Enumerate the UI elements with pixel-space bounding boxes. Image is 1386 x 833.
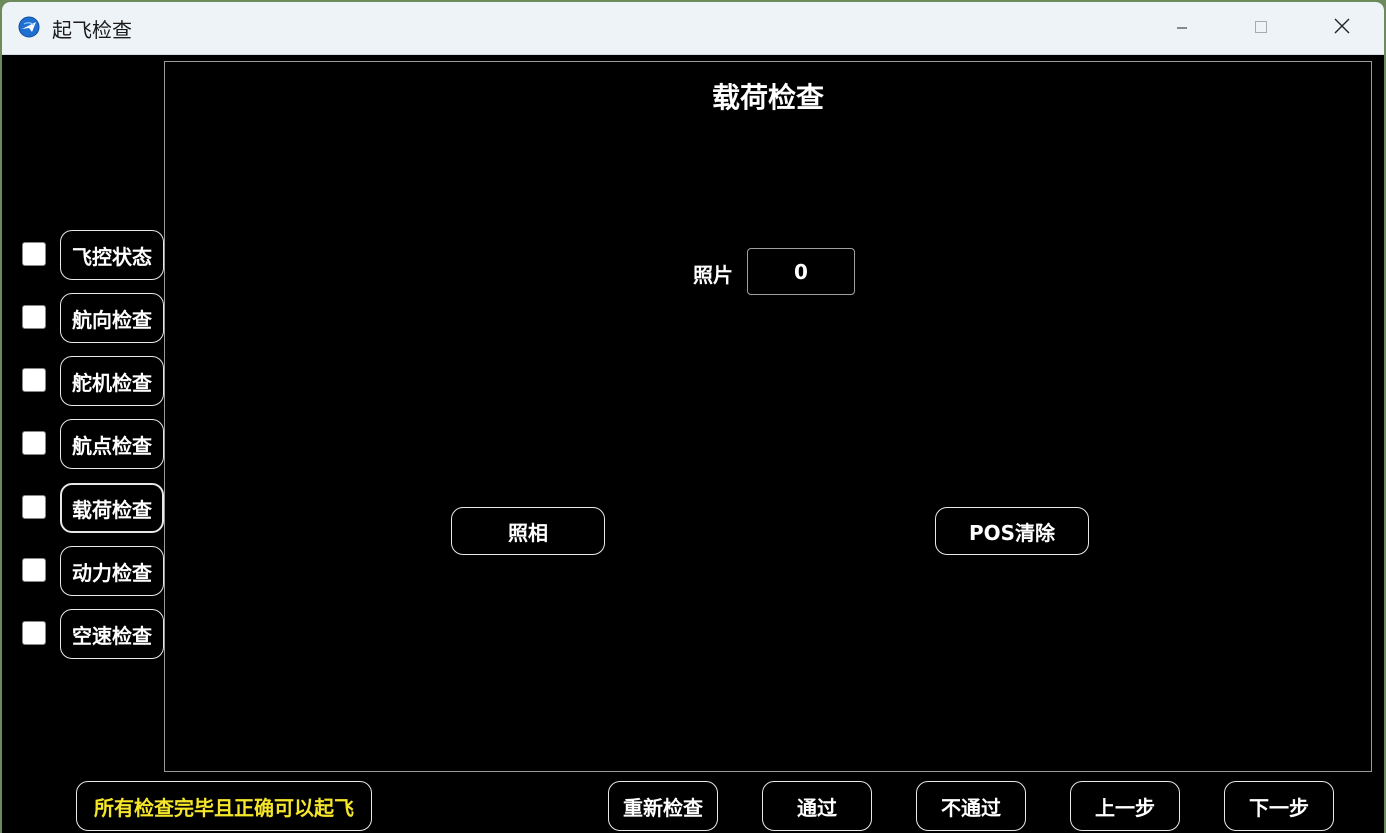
previous-step-button[interactable]: 上一步 bbox=[1070, 781, 1180, 831]
step-checkbox[interactable] bbox=[22, 368, 46, 392]
close-button[interactable] bbox=[1302, 2, 1382, 54]
step-button-servo[interactable]: 舵机检查 bbox=[60, 356, 164, 406]
step-checkbox[interactable] bbox=[22, 621, 46, 645]
minimize-icon bbox=[1176, 19, 1188, 38]
maximize-button[interactable] bbox=[1221, 2, 1301, 54]
pos-clear-button[interactable]: POS清除 bbox=[935, 507, 1089, 555]
step-checkbox[interactable] bbox=[22, 431, 46, 455]
globe-plane-icon bbox=[18, 16, 40, 38]
step-button-power[interactable]: 动力检查 bbox=[60, 546, 164, 596]
step-button-payload[interactable]: 载荷检查 bbox=[60, 483, 164, 533]
maximize-icon bbox=[1254, 19, 1268, 38]
fail-button[interactable]: 不通过 bbox=[916, 781, 1026, 831]
photo-count-label: 照片 bbox=[693, 263, 733, 287]
step-button-airspeed[interactable]: 空速检查 bbox=[60, 609, 164, 659]
section-title: 载荷检查 bbox=[711, 81, 824, 114]
window-title: 起飞检查 bbox=[52, 18, 132, 42]
takeoff-check-window: 起飞检查 飞控状态 航向检查 舵机检查 航点检查 载荷检查 动力检查 空速检查 … bbox=[2, 2, 1384, 833]
step-checkbox[interactable] bbox=[22, 495, 46, 519]
takeoff-notice: 所有检查完毕且正确可以起飞 bbox=[76, 781, 372, 831]
step-button-waypoint[interactable]: 航点检查 bbox=[60, 419, 164, 469]
photo-count-field[interactable] bbox=[747, 248, 855, 295]
pass-button[interactable]: 通过 bbox=[762, 781, 872, 831]
next-step-button[interactable]: 下一步 bbox=[1224, 781, 1334, 831]
step-button-flight-control[interactable]: 飞控状态 bbox=[60, 230, 164, 280]
step-checkbox[interactable] bbox=[22, 242, 46, 266]
close-icon bbox=[1334, 18, 1350, 38]
step-button-heading[interactable]: 航向检查 bbox=[60, 293, 164, 343]
step-checkbox[interactable] bbox=[22, 305, 46, 329]
title-bar: 起飞检查 bbox=[2, 2, 1384, 55]
payload-check-panel: 载荷检查 照片 照相 POS清除 bbox=[164, 61, 1372, 772]
minimize-button[interactable] bbox=[1142, 2, 1222, 54]
recheck-button[interactable]: 重新检查 bbox=[608, 781, 718, 831]
step-checkbox[interactable] bbox=[22, 558, 46, 582]
take-photo-button[interactable]: 照相 bbox=[451, 507, 605, 555]
